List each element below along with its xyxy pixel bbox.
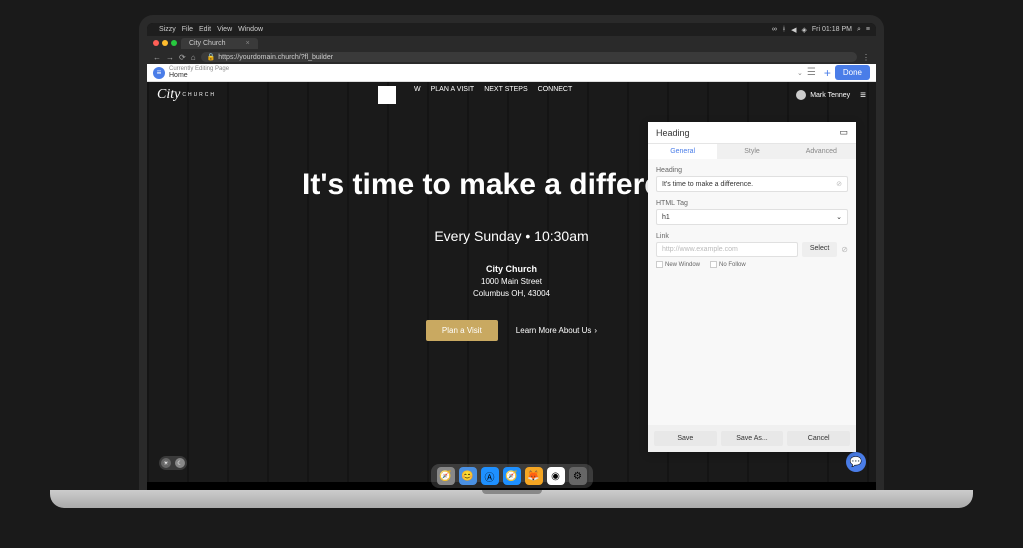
macos-dock: 🧭 😊 Ⓐ 🧭 🦊 ◉ ⚙ bbox=[431, 464, 593, 488]
nav-item[interactable]: W bbox=[414, 86, 421, 104]
link-placeholder: http://www.example.com bbox=[662, 246, 738, 253]
status-icon: ∞ bbox=[772, 26, 777, 33]
html-tag-select[interactable]: h1 ⌄ bbox=[656, 209, 848, 225]
site-logo[interactable]: City bbox=[157, 87, 180, 103]
hamburger-icon[interactable]: ≡ bbox=[860, 90, 866, 101]
done-button[interactable]: Done bbox=[835, 65, 870, 80]
tab-general[interactable]: General bbox=[648, 144, 717, 159]
chevron-down-icon: ⌄ bbox=[836, 213, 842, 221]
menu-file[interactable]: File bbox=[182, 26, 193, 33]
wifi-icon[interactable]: ◈ bbox=[802, 26, 807, 34]
macos-menubar: Sizzy File Edit View Window ∞ ᚼ ◀ ◈ Fri … bbox=[147, 23, 876, 36]
browser-tab[interactable]: City Church × bbox=[181, 38, 258, 49]
clear-icon[interactable]: ⊘ bbox=[841, 245, 848, 254]
chat-widget-button[interactable]: 💬 bbox=[846, 452, 866, 472]
maximize-window-button[interactable] bbox=[171, 40, 177, 46]
heading-text-input[interactable]: It's time to make a difference. ⊘ bbox=[656, 176, 848, 192]
select-link-button[interactable]: Select bbox=[802, 242, 837, 257]
dock-app-settings[interactable]: ⚙ bbox=[569, 467, 587, 485]
clock[interactable]: Fri 01:18 PM bbox=[812, 26, 852, 33]
link-url-input[interactable]: http://www.example.com bbox=[656, 242, 798, 257]
settings-panel: Heading ▭ General Style Advanced Heading… bbox=[648, 122, 856, 452]
field-label-link: Link bbox=[656, 233, 848, 240]
chevron-right-icon: › bbox=[594, 326, 597, 335]
learn-more-label: Learn More About Us bbox=[516, 326, 592, 335]
dock-app[interactable]: 🦊 bbox=[525, 467, 543, 485]
browser-tab-bar: City Church × bbox=[147, 36, 876, 50]
outline-icon[interactable]: ☰ bbox=[807, 67, 816, 78]
theme-toggle[interactable]: ☀ ☾ bbox=[159, 456, 187, 470]
bluetooth-icon[interactable]: ᚼ bbox=[782, 26, 786, 33]
menu-icon[interactable]: ≡ bbox=[866, 26, 870, 33]
dark-mode-icon: ☾ bbox=[175, 458, 185, 468]
browser-url-bar: ← → ⟳ ⌂ 🔒 https://yourdomain.church/?fl_… bbox=[147, 50, 876, 64]
checkbox-icon bbox=[656, 261, 663, 268]
volume-icon[interactable]: ◀ bbox=[791, 26, 796, 34]
tab-advanced[interactable]: Advanced bbox=[787, 144, 856, 159]
forward-button[interactable]: → bbox=[166, 53, 174, 62]
add-element-button[interactable]: + bbox=[824, 66, 831, 80]
menu-view[interactable]: View bbox=[217, 26, 232, 33]
dock-app-compass[interactable]: 🧭 bbox=[437, 467, 455, 485]
learn-more-link[interactable]: Learn More About Us › bbox=[516, 326, 597, 335]
page-canvas: City CHURCH W PLAN A VISIT NEXT STEPS CO… bbox=[147, 82, 876, 482]
save-button[interactable]: Save bbox=[654, 431, 717, 446]
dock-app-safari[interactable]: 🧭 bbox=[503, 467, 521, 485]
clear-icon[interactable]: ⊘ bbox=[836, 180, 842, 188]
menu-window[interactable]: Window bbox=[238, 26, 263, 33]
tab-title: City Church bbox=[189, 40, 226, 47]
field-label-heading: Heading bbox=[656, 167, 848, 174]
url-text: https://yourdomain.church/?fl_builder bbox=[218, 54, 333, 61]
dock-app-chrome[interactable]: ◉ bbox=[547, 467, 565, 485]
builder-icon[interactable]: ≡ bbox=[153, 67, 165, 79]
home-button[interactable]: ⌂ bbox=[191, 53, 196, 62]
reload-button[interactable]: ⟳ bbox=[179, 53, 186, 62]
panel-title: Heading bbox=[656, 128, 690, 138]
site-logo-sub: CHURCH bbox=[182, 92, 216, 98]
dock-app-appstore[interactable]: Ⓐ bbox=[481, 467, 499, 485]
lock-icon: 🔒 bbox=[207, 53, 216, 61]
address-input[interactable]: 🔒 https://yourdomain.church/?fl_builder bbox=[201, 52, 857, 62]
menu-edit[interactable]: Edit bbox=[199, 26, 211, 33]
responsive-icon[interactable]: ▭ bbox=[839, 127, 848, 138]
selected-element-handle[interactable] bbox=[378, 86, 396, 104]
page-dropdown-icon[interactable]: ⌄ bbox=[797, 69, 803, 77]
dock-app-finder[interactable]: 😊 bbox=[459, 467, 477, 485]
search-icon[interactable]: ⌕ bbox=[857, 26, 861, 34]
new-window-checkbox[interactable]: New Window bbox=[656, 261, 700, 268]
field-label-tag: HTML Tag bbox=[656, 200, 848, 207]
cancel-button[interactable]: Cancel bbox=[787, 431, 850, 446]
app-name[interactable]: Sizzy bbox=[159, 26, 176, 33]
tag-value: h1 bbox=[662, 214, 670, 221]
page-name: Home bbox=[169, 72, 793, 79]
checkbox-icon bbox=[710, 261, 717, 268]
back-button[interactable]: ← bbox=[153, 53, 161, 62]
checkbox-label: No Follow bbox=[719, 262, 746, 268]
browser-menu-icon[interactable]: ⋮ bbox=[862, 53, 870, 62]
site-navigation: City CHURCH W PLAN A VISIT NEXT STEPS CO… bbox=[147, 82, 876, 108]
plan-visit-button[interactable]: Plan a Visit bbox=[426, 320, 498, 341]
user-name[interactable]: Mark Tenney bbox=[810, 92, 850, 99]
user-avatar[interactable] bbox=[796, 90, 806, 100]
close-tab-icon[interactable]: × bbox=[246, 40, 250, 47]
nav-item[interactable]: NEXT STEPS bbox=[484, 86, 527, 104]
nav-item[interactable]: CONNECT bbox=[538, 86, 573, 104]
heading-value: It's time to make a difference. bbox=[662, 181, 753, 188]
builder-toolbar: ≡ Currently Editing Page Home ⌄ ☰ + Done bbox=[147, 64, 876, 82]
save-as-button[interactable]: Save As... bbox=[721, 431, 784, 446]
tab-style[interactable]: Style bbox=[717, 144, 786, 159]
minimize-window-button[interactable] bbox=[162, 40, 168, 46]
light-mode-icon: ☀ bbox=[161, 458, 171, 468]
checkbox-label: New Window bbox=[665, 262, 700, 268]
close-window-button[interactable] bbox=[153, 40, 159, 46]
no-follow-checkbox[interactable]: No Follow bbox=[710, 261, 746, 268]
nav-item[interactable]: PLAN A VISIT bbox=[431, 86, 475, 104]
